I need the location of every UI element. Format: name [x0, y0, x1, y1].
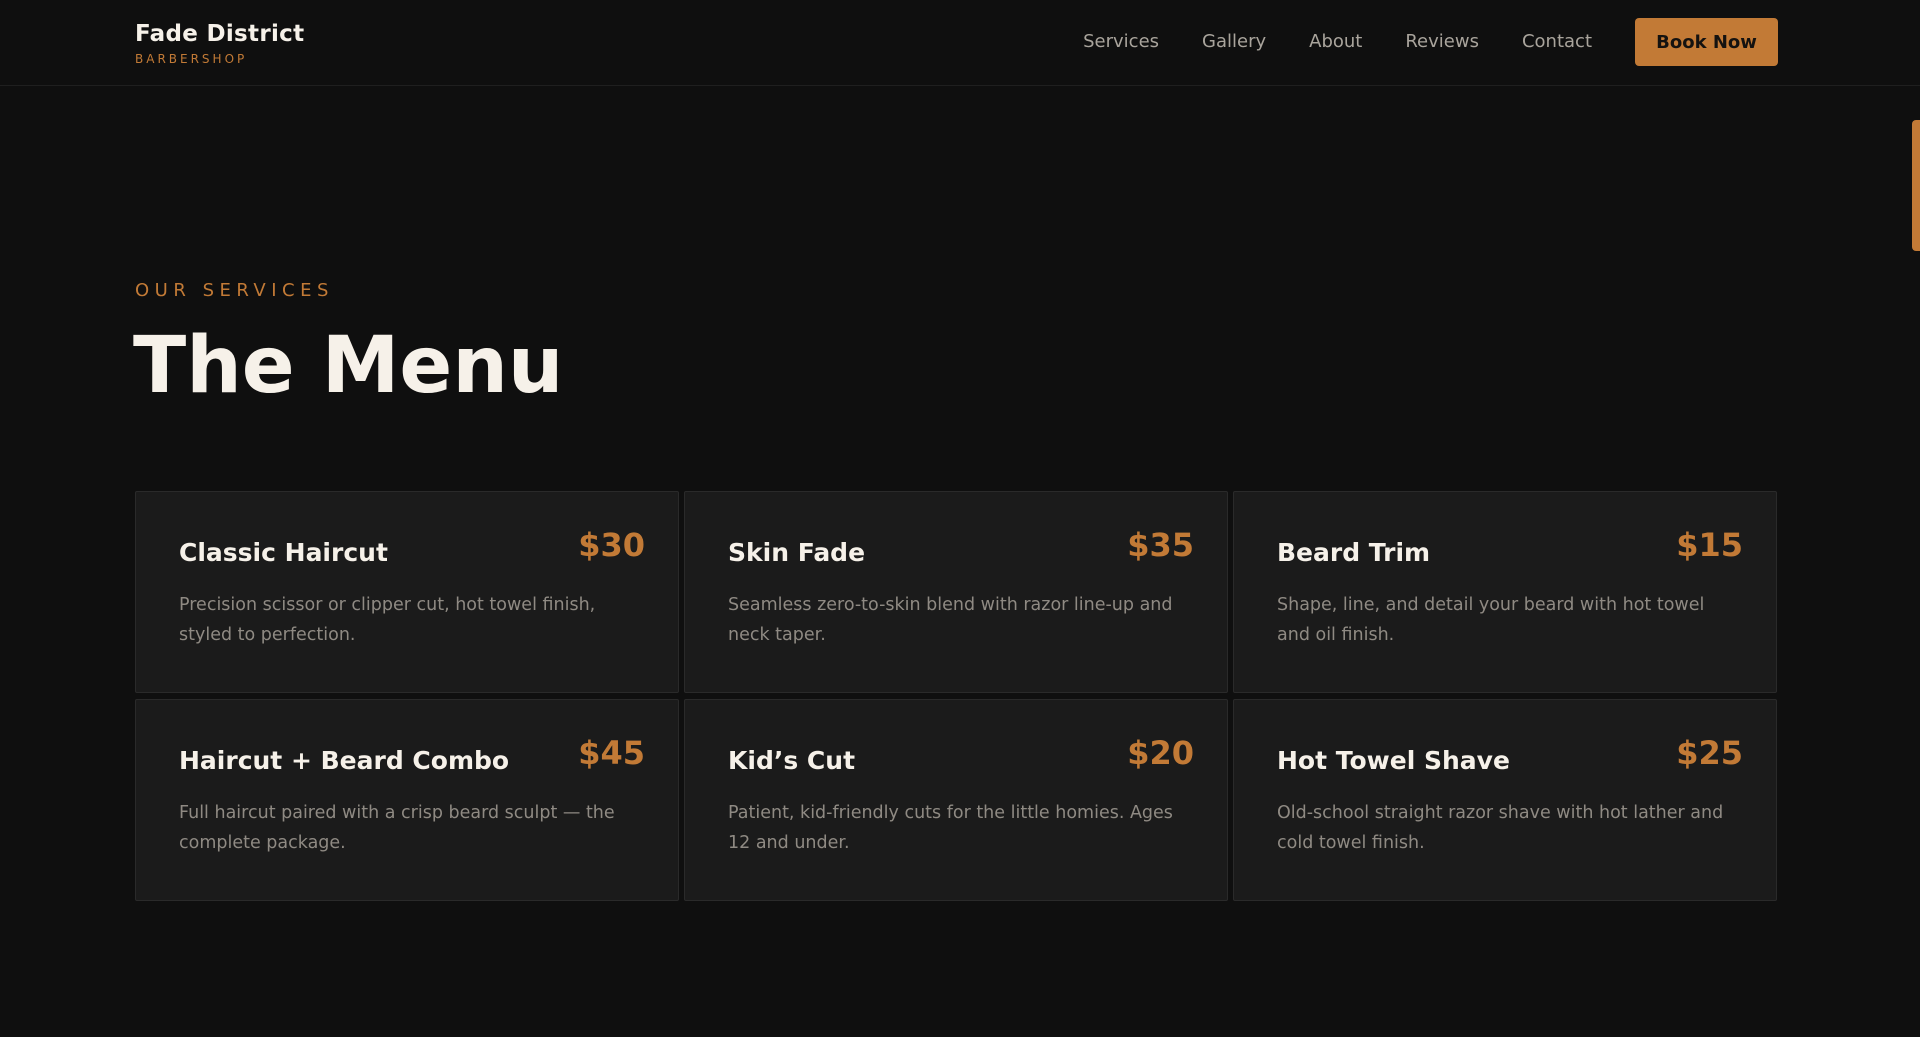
service-price: $15 — [1676, 526, 1743, 564]
nav-link-gallery[interactable]: Gallery — [1202, 30, 1266, 54]
service-price: $30 — [578, 526, 645, 564]
book-now-button[interactable]: Book Now — [1635, 18, 1778, 66]
service-description: Precision scissor or clipper cut, hot to… — [179, 595, 596, 645]
service-card[interactable]: Skin Fade $35 Seamless zero-to-skin blen… — [684, 491, 1228, 693]
service-name: Classic Haircut — [179, 538, 388, 567]
service-price: $25 — [1676, 734, 1743, 772]
nav-link-services[interactable]: Services — [1083, 30, 1159, 54]
service-card[interactable]: Beard Trim $15 Shape, line, and detail y… — [1233, 491, 1777, 693]
brand-name: Fade District — [135, 21, 305, 47]
service-name: Haircut + Beard Combo — [179, 746, 510, 775]
nav-link-contact[interactable]: Contact — [1522, 30, 1592, 54]
service-price: $20 — [1127, 734, 1194, 772]
service-card[interactable]: Hot Towel Shave $25 Old-school straight … — [1233, 699, 1777, 901]
service-description: Seamless zero-to-skin blend with razor l… — [728, 595, 1173, 645]
nav-link-about[interactable]: About — [1309, 30, 1362, 54]
services-grid: Classic Haircut $30 Precision scissor or… — [135, 491, 1778, 901]
service-price: $35 — [1127, 526, 1194, 564]
service-card[interactable]: Haircut + Beard Combo $45 Full haircut p… — [135, 699, 679, 901]
scrollbar-thumb[interactable] — [1912, 120, 1920, 251]
service-description: Patient, kid-friendly cuts for the littl… — [728, 803, 1173, 853]
service-card[interactable]: Kid’s Cut $20 Patient, kid-friendly cuts… — [684, 699, 1228, 901]
brand-subtitle: BARBERSHOP — [135, 52, 248, 66]
brand-logo[interactable]: Fade District BARBERSHOP — [135, 20, 304, 66]
service-description: Shape, line, and detail your beard with … — [1277, 595, 1705, 645]
site-header: Fade District BARBERSHOP Services Galler… — [0, 0, 1920, 86]
service-description: Old-school straight razor shave with hot… — [1277, 803, 1724, 853]
service-price: $45 — [578, 734, 645, 772]
page-title: The Menu — [133, 321, 564, 411]
service-card[interactable]: Classic Haircut $30 Precision scissor or… — [135, 491, 679, 693]
main-nav: Services Gallery About Reviews Contact B… — [1083, 18, 1778, 66]
service-name: Skin Fade — [728, 538, 866, 567]
service-name: Hot Towel Shave — [1277, 746, 1510, 775]
service-description: Full haircut paired with a crisp beard s… — [179, 803, 615, 853]
service-name: Beard Trim — [1277, 538, 1431, 567]
section-eyebrow: OUR SERVICES — [135, 280, 334, 301]
nav-link-reviews[interactable]: Reviews — [1405, 30, 1479, 54]
service-name: Kid’s Cut — [728, 746, 856, 775]
